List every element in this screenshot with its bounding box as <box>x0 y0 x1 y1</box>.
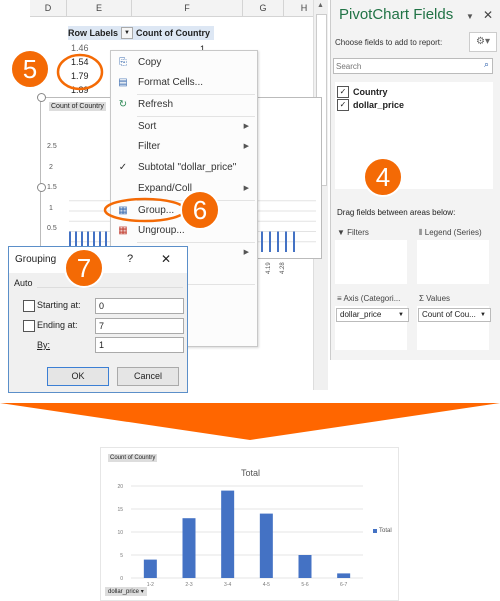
x-tick-label: 1-2 <box>147 582 154 588</box>
checkbox-checked-icon[interactable]: ✓ <box>337 99 349 111</box>
choose-fields-label: Choose fields to add to report: <box>335 38 443 47</box>
field-item-country[interactable]: ✓ Country <box>337 86 388 98</box>
ending-at-checkbox[interactable] <box>23 320 35 332</box>
step-badge-6: 6 <box>180 190 220 230</box>
legend-swatch <box>373 529 377 533</box>
values-area-label: Σ Values <box>419 294 451 303</box>
cancel-button[interactable]: Cancel <box>117 367 179 386</box>
ok-button[interactable]: OK <box>47 367 109 386</box>
pane-title: PivotChart Fields <box>339 6 454 23</box>
pane-options-dropdown-icon[interactable]: ▼ <box>466 12 474 21</box>
close-button[interactable]: ✕ <box>161 252 171 266</box>
bar <box>298 555 312 578</box>
search-field[interactable]: ⌕ <box>333 58 493 74</box>
gear-icon: ⚙▾ <box>476 36 490 47</box>
step-badge-4: 4 <box>363 157 403 197</box>
axis-drop-area[interactable]: dollar_price ▼ <box>335 306 409 350</box>
starting-at-input[interactable]: 0 <box>95 298 184 314</box>
dialog-title: Grouping <box>15 254 57 265</box>
y-tick-label: 10 <box>117 530 123 536</box>
ending-at-label: Ending at: <box>37 320 78 330</box>
field-item-dollar-price[interactable]: ✓ dollar_price <box>337 99 404 111</box>
pivotchart-fields-pane: PivotChart Fields ▼ ✕ Choose fields to a… <box>330 0 500 360</box>
highlight-ellipse-values <box>56 53 104 91</box>
auto-section-label: Auto <box>14 278 33 288</box>
step-badge-7: 7 <box>64 248 104 288</box>
help-button[interactable]: ? <box>127 253 133 265</box>
down-arrow-icon <box>0 403 500 440</box>
filters-drop-area[interactable] <box>335 240 407 284</box>
bar <box>221 490 235 578</box>
drag-fields-label: Drag fields between areas below: <box>337 208 456 217</box>
settings-gear-button[interactable]: ⚙▾ <box>469 32 497 52</box>
legend-label: Total <box>379 528 392 534</box>
chart-legend: Total <box>373 528 392 534</box>
values-field-chip[interactable]: Count of Cou... ▼ <box>418 308 491 322</box>
filters-area-label: ▼ Filters <box>337 228 369 237</box>
bar <box>182 518 196 578</box>
y-tick-label: 5 <box>120 553 123 559</box>
highlight-ellipse-group <box>103 197 187 223</box>
y-tick-label: 0 <box>120 576 123 582</box>
starting-at-checkbox[interactable] <box>23 300 35 312</box>
search-input[interactable] <box>334 59 468 73</box>
by-input[interactable]: 1 <box>95 337 184 353</box>
ending-at-input[interactable]: 7 <box>95 318 184 334</box>
axis-field-button[interactable]: dollar_price ▾ <box>105 587 147 596</box>
chart-plot: 0 5 10 15 20 1-2 2-3 3-4 4-5 5-6 6-7 <box>117 484 363 588</box>
grouped-pivot-chart[interactable]: Count of Country Total 0 5 10 15 20 1-2 2-3 3-4… <box>100 447 399 601</box>
bar <box>143 559 157 578</box>
x-tick-label: 4-5 <box>263 582 270 588</box>
checkbox-checked-icon[interactable]: ✓ <box>337 86 349 98</box>
x-tick-label: 3-4 <box>224 582 231 588</box>
pane-close-icon[interactable]: ✕ <box>483 8 493 22</box>
legend-drop-area[interactable] <box>417 240 489 284</box>
bar <box>259 513 273 578</box>
axis-field-chip[interactable]: dollar_price ▼ <box>336 308 409 322</box>
section-divider <box>37 287 183 288</box>
chip-dropdown-icon[interactable]: ▼ <box>480 309 486 321</box>
values-drop-area[interactable]: Count of Cou... ▼ <box>417 306 491 350</box>
legend-area-label: ⦀ Legend (Series) <box>419 228 482 237</box>
y-tick-label: 20 <box>117 484 123 490</box>
x-tick-label: 2-3 <box>185 582 192 588</box>
starting-at-label: Starting at: <box>37 300 81 310</box>
y-tick-label: 15 <box>117 507 123 513</box>
x-tick-label: 6-7 <box>340 582 347 588</box>
dropdown-icon: ▾ <box>140 589 144 595</box>
x-tick-label: 5-6 <box>301 582 308 588</box>
filter-icon: ▼ <box>337 228 348 237</box>
search-icon: ⌕ <box>483 59 489 69</box>
step-badge-5: 5 <box>10 49 50 89</box>
chip-dropdown-icon[interactable]: ▼ <box>398 309 404 321</box>
axis-area-label: ≡ Axis (Categori... <box>337 294 401 303</box>
field-list: ✓ Country ✓ dollar_price <box>335 82 493 189</box>
bar <box>337 573 351 578</box>
by-label: By: <box>37 340 51 350</box>
